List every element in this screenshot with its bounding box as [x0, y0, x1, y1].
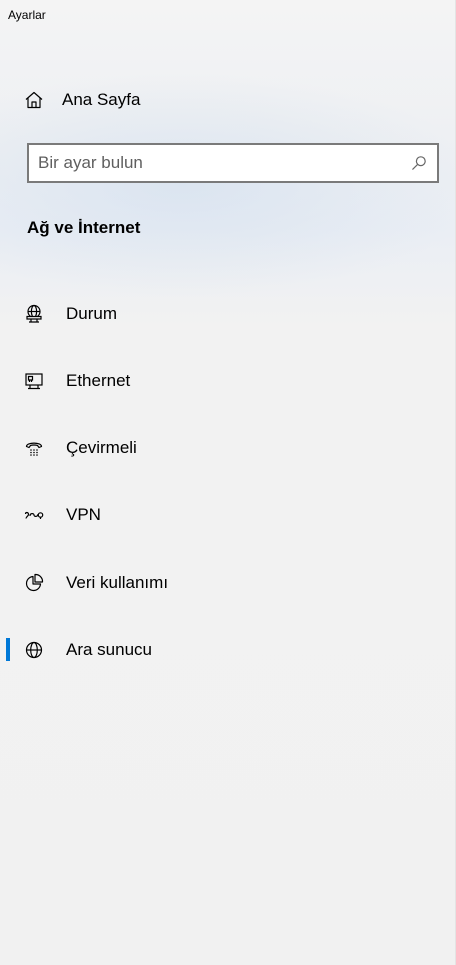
window-title: Ayarlar — [8, 8, 46, 22]
nav-item-ara-sunucu[interactable]: Ara sunucu — [0, 627, 455, 672]
settings-nav-pane: Ayarlar Ana Sayfa Ağ ve İnternet — [0, 0, 456, 965]
search-box[interactable] — [27, 143, 439, 183]
nav-item-cevirmeli[interactable]: Çevirmeli — [0, 426, 455, 471]
nav-item-label: Çevirmeli — [66, 438, 137, 458]
nav-item-label: Veri kullanımı — [66, 572, 169, 592]
nav-item-durum[interactable]: Durum — [0, 291, 455, 336]
dialup-phone-icon — [24, 438, 44, 458]
nav-item-label: Durum — [66, 303, 118, 323]
home-label: Ana Sayfa — [62, 90, 141, 109]
home-icon — [24, 90, 44, 110]
nav-item-label: VPN — [66, 505, 101, 525]
nav-item-veri-kullanimi[interactable]: Veri kullanımı — [0, 560, 455, 605]
home-button[interactable]: Ana Sayfa — [0, 78, 455, 122]
nav-item-ethernet[interactable]: Ethernet — [0, 358, 455, 403]
globe-icon — [24, 640, 44, 660]
nav-item-vpn[interactable]: VPN — [0, 493, 455, 538]
network-nav-list: Durum Ethernet Çevirmeli VPN Veri kullan… — [0, 291, 455, 695]
search-icon[interactable] — [411, 155, 427, 171]
nav-item-label: Ethernet — [66, 370, 131, 390]
pie-chart-icon — [24, 573, 44, 593]
section-title: Ağ ve İnternet — [27, 218, 141, 237]
globe-monitor-icon — [24, 304, 44, 324]
vpn-icon — [24, 505, 44, 525]
search-input[interactable] — [29, 145, 411, 181]
nav-item-label: Ara sunucu — [66, 639, 152, 659]
ethernet-monitor-icon — [24, 371, 44, 391]
